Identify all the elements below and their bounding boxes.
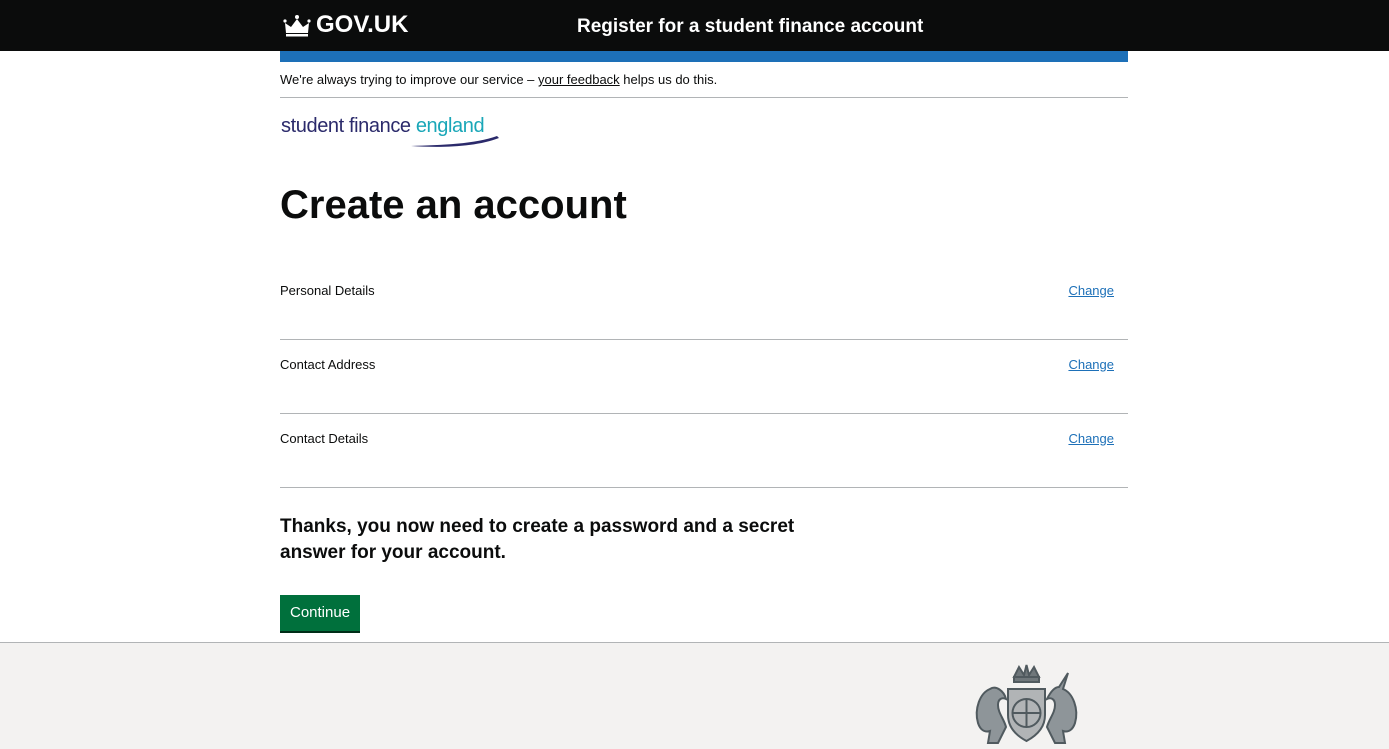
crown-icon bbox=[282, 13, 312, 37]
sfe-logo-student-finance: student finance bbox=[281, 115, 416, 137]
feedback-text-after: helps us do this. bbox=[619, 72, 718, 87]
feedback-link[interactable]: your feedback bbox=[538, 72, 620, 87]
sfe-logo: student finance england bbox=[281, 113, 511, 149]
footer bbox=[0, 642, 1389, 749]
change-contact-address-link[interactable]: Change bbox=[1068, 356, 1114, 374]
summary-row-personal-details: Personal Details Change bbox=[280, 266, 1128, 340]
page-title: Create an account bbox=[280, 183, 627, 227]
service-name-link[interactable]: Register for a student finance account bbox=[577, 15, 923, 39]
sfe-logo-england: england bbox=[415, 115, 485, 137]
summary-key: Contact Address bbox=[280, 357, 376, 372]
summary-row-contact-details: Contact Details Change bbox=[280, 414, 1128, 488]
change-contact-details-link[interactable]: Change bbox=[1068, 430, 1114, 448]
govuk-header: GOV.UK Register for a student finance ac… bbox=[0, 0, 1389, 51]
change-personal-details-link[interactable]: Change bbox=[1068, 282, 1114, 300]
royal-coat-of-arms-icon bbox=[975, 664, 1078, 744]
summary-list: Personal Details Change Contact Address … bbox=[280, 266, 1128, 488]
next-step-message: Thanks, you now need to create a passwor… bbox=[280, 516, 795, 563]
feedback-text-before: We're always trying to improve our servi… bbox=[280, 72, 539, 87]
govuk-logo-text: GOV.UK bbox=[316, 11, 409, 38]
sfe-swoosh-icon bbox=[411, 136, 499, 147]
continue-button[interactable]: Continue bbox=[280, 595, 361, 631]
summary-row-contact-address: Contact Address Change bbox=[280, 340, 1128, 414]
summary-key: Personal Details bbox=[280, 283, 375, 298]
header-accent-bar bbox=[280, 51, 1128, 62]
govuk-logo-link[interactable]: GOV.UK bbox=[282, 10, 408, 40]
summary-key: Contact Details bbox=[280, 431, 369, 446]
feedback-banner: We're always trying to improve our servi… bbox=[280, 62, 1128, 98]
